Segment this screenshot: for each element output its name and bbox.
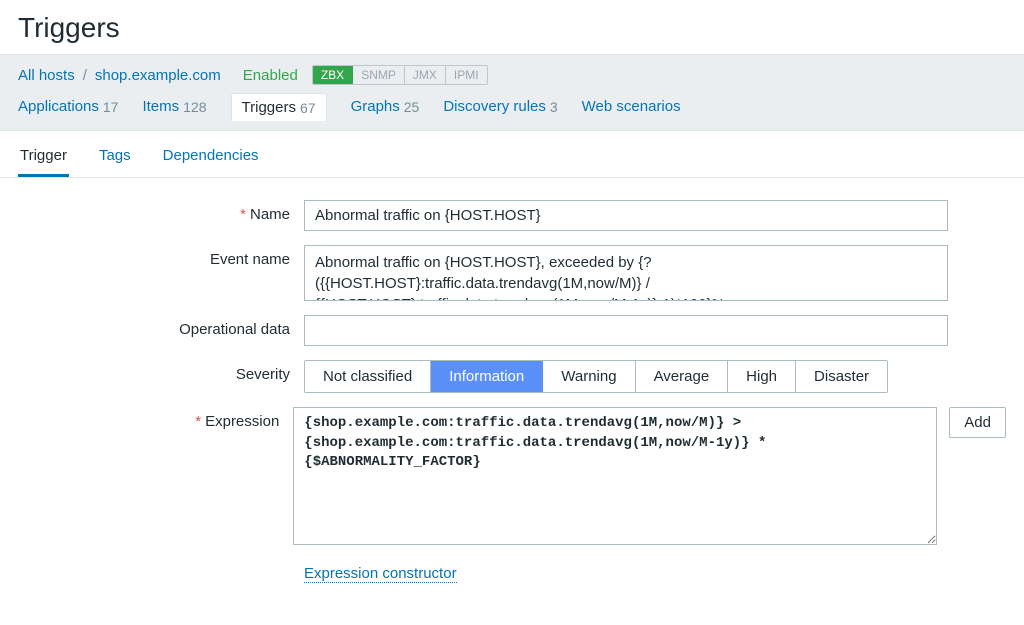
tab-dependencies[interactable]: Dependencies [161, 141, 261, 177]
tab-trigger[interactable]: Trigger [18, 141, 69, 177]
severity-disaster[interactable]: Disaster [796, 361, 887, 392]
event-name-label: Event name [210, 251, 290, 268]
nav-count: 67 [300, 100, 316, 116]
nav-label: Triggers [242, 99, 296, 116]
expression-label: Expression [205, 413, 279, 430]
nav-label: Web scenarios [582, 98, 681, 115]
tabs: Trigger Tags Dependencies [0, 131, 1024, 178]
host-nav: Applications 17 Items 128 Triggers 67 Gr… [18, 93, 1006, 130]
nav-graphs[interactable]: Graphs 25 [351, 98, 420, 115]
event-name-input[interactable] [304, 245, 948, 301]
nav-applications[interactable]: Applications 17 [18, 98, 118, 115]
nav-discovery[interactable]: Discovery rules 3 [443, 98, 557, 115]
breadcrumb-all-hosts[interactable]: All hosts [18, 67, 75, 84]
name-label: Name [250, 206, 290, 223]
page-title: Triggers [0, 0, 1024, 54]
conn-zbx: ZBX [313, 66, 353, 84]
nav-count: 17 [103, 99, 119, 115]
nav-web-scenarios[interactable]: Web scenarios [582, 98, 681, 115]
severity-high[interactable]: High [728, 361, 796, 392]
severity-group: Not classified Information Warning Avera… [304, 360, 888, 393]
nav-items[interactable]: Items 128 [142, 98, 206, 115]
nav-label: Graphs [351, 98, 400, 115]
connection-types: ZBX SNMP JMX IPMI [312, 65, 488, 85]
nav-label: Applications [18, 98, 99, 115]
nav-triggers[interactable]: Triggers 67 [231, 93, 327, 121]
conn-ipmi: IPMI [446, 66, 487, 84]
nav-label: Items [142, 98, 179, 115]
severity-warning[interactable]: Warning [543, 361, 635, 392]
form-area: Trigger Tags Dependencies *Name Event na… [0, 130, 1024, 607]
severity-information[interactable]: Information [431, 361, 543, 392]
name-input[interactable] [304, 200, 948, 231]
conn-snmp: SNMP [353, 66, 405, 84]
nav-count: 25 [404, 99, 420, 115]
expression-input[interactable] [293, 407, 937, 545]
operational-data-label: Operational data [179, 321, 290, 338]
breadcrumb-host[interactable]: shop.example.com [95, 67, 221, 84]
tab-tags[interactable]: Tags [97, 141, 133, 177]
add-button[interactable]: Add [949, 407, 1006, 438]
severity-label: Severity [236, 366, 290, 383]
host-info-bar: All hosts / shop.example.com Enabled ZBX… [0, 54, 1024, 130]
operational-data-input[interactable] [304, 315, 948, 346]
nav-label: Discovery rules [443, 98, 546, 115]
nav-count: 128 [183, 99, 206, 115]
severity-not-classified[interactable]: Not classified [305, 361, 431, 392]
host-status: Enabled [243, 67, 298, 84]
expression-constructor-link[interactable]: Expression constructor [304, 565, 457, 583]
conn-jmx: JMX [405, 66, 446, 84]
breadcrumb-separator: / [83, 67, 87, 84]
nav-count: 3 [550, 99, 558, 115]
severity-average[interactable]: Average [636, 361, 729, 392]
